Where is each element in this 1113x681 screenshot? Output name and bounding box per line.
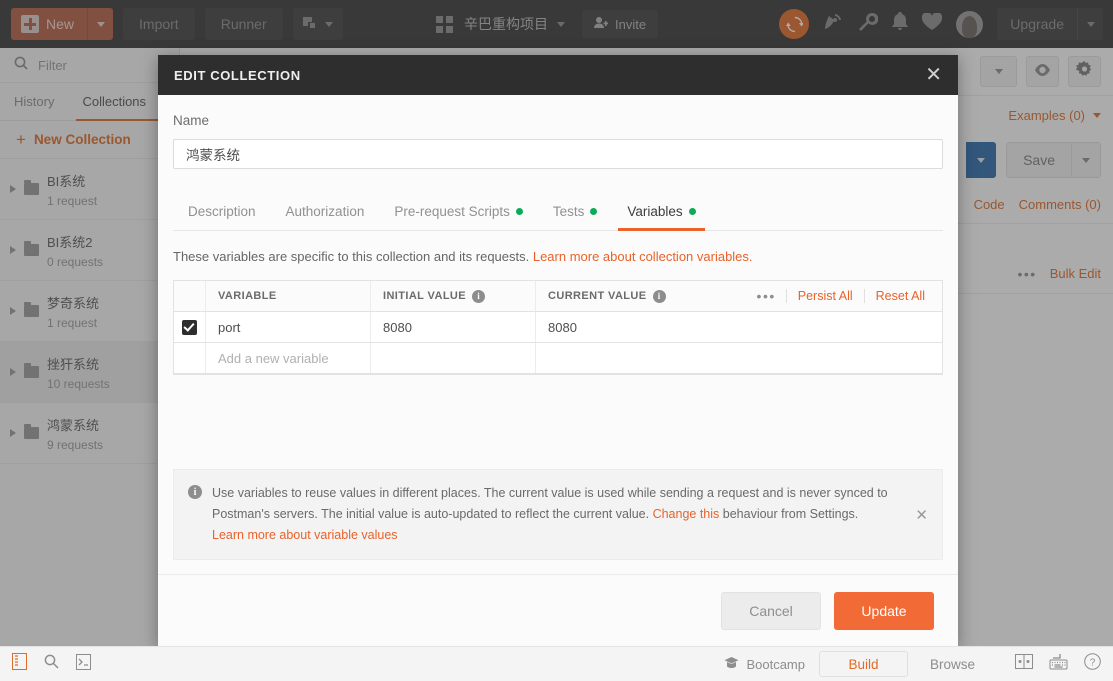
two-pane-layout-icon[interactable] [1015,654,1033,674]
add-row-checkbox-cell [174,343,206,373]
row-variable-value: port [218,319,241,335]
collection-variables-link[interactable]: Learn more about collection variables. [533,249,753,264]
update-button-label: Update [861,602,907,619]
close-icon[interactable]: ✕ [915,506,928,524]
keyboard-shortcuts-icon[interactable] [1049,653,1068,675]
row-variable-cell[interactable]: port [206,312,371,342]
tab-variables-label: Variables [627,203,683,219]
header-initial-value-label: INITIAL VALUE [383,290,467,302]
close-icon[interactable]: ✕ [925,65,942,85]
tab-variables[interactable]: Variables [612,192,710,231]
row-current-value-cell[interactable]: 8080 [536,312,942,342]
tab-description[interactable]: Description [173,192,271,230]
build-tab-label: Build [848,656,879,672]
row-checkbox[interactable] [182,319,197,335]
status-bar-right: Bootcamp Build Browse ? [724,651,1113,677]
edit-collection-modal: EDIT COLLECTION ✕ Name 鸿蒙系统 Description … [158,55,958,646]
cancel-button[interactable]: Cancel [721,591,821,630]
modal-header: EDIT COLLECTION ✕ [158,55,958,95]
add-variable-placeholder: Add a new variable [218,350,329,366]
tab-pre-request-scripts-label: Pre-request Scripts [394,203,510,219]
status-dot-icon [515,207,523,215]
header-checkbox-cell [174,281,206,311]
modal-body: Name 鸿蒙系统 Description Authorization Pre-… [158,95,958,574]
add-variable-input[interactable]: Add a new variable [206,343,371,373]
tab-description-label: Description [188,203,256,219]
status-bar-icons: ? [1015,653,1101,675]
variables-table-header: VARIABLE INITIAL VALUE i CURRENT VALUE i… [174,281,942,312]
variables-info-text: Use variables to reuse values in differe… [212,483,905,546]
header-variable: VARIABLE [206,281,371,311]
more-horizontal-icon[interactable]: ••• [747,289,786,303]
status-bar: Bootcamp Build Browse ? [0,646,1113,681]
name-label: Name [173,113,210,128]
header-actions: ••• Persist All Reset All [747,281,942,311]
sidebar-toggle-icon[interactable] [12,653,27,675]
info-icon: i [188,485,202,499]
info-icon[interactable]: i [472,289,486,303]
tab-pre-request-scripts[interactable]: Pre-request Scripts [379,192,538,230]
header-current-value-label: CURRENT VALUE [548,290,647,302]
cancel-button-label: Cancel [749,602,793,619]
table-row[interactable]: port 8080 8080 [174,312,942,343]
bootcamp-button[interactable]: Bootcamp [724,656,805,672]
postman-app: New Import Runner 辛巴重构项目 Invite Upgrade … [0,0,1113,681]
add-current-value-input[interactable] [536,343,942,373]
change-this-link[interactable]: Change this [653,507,720,521]
update-button[interactable]: Update [834,591,934,630]
browse-tab-label: Browse [929,656,975,672]
notice-text-2: behaviour from Settings. [719,507,859,521]
variables-hint: These variables are specific to this col… [173,249,943,264]
modal-tabs: Description Authorization Pre-request Sc… [173,187,943,231]
console-icon[interactable] [76,653,91,675]
bootcamp-label: Bootcamp [746,656,805,672]
modal-footer: Cancel Update [158,574,958,646]
header-current-value: CURRENT VALUE i [536,281,747,311]
add-variable-row[interactable]: Add a new variable [174,343,942,374]
tab-tests-label: Tests [552,203,585,219]
status-dot-icon [688,207,696,215]
persist-all-button[interactable]: Persist All [787,289,864,303]
header-initial-value: INITIAL VALUE i [371,281,536,311]
bootcamp-icon [724,656,739,672]
row-initial-value-cell[interactable]: 8080 [371,312,536,342]
variables-info-banner: i Use variables to reuse values in diffe… [173,469,943,560]
tab-authorization[interactable]: Authorization [271,192,380,230]
help-icon[interactable]: ? [1084,653,1101,675]
variables-hint-text: These variables are specific to this col… [173,249,533,264]
learn-more-variable-values-link[interactable]: Learn more about variable values [212,528,398,542]
tab-tests[interactable]: Tests [538,192,613,230]
row-checkbox-cell[interactable] [174,312,206,342]
info-icon[interactable]: i [652,289,666,303]
add-initial-value-input[interactable] [371,343,536,373]
collection-name-value: 鸿蒙系统 [186,148,240,163]
row-initial-value: 8080 [383,319,412,335]
browse-tab[interactable]: Browse [908,651,997,677]
reset-all-button[interactable]: Reset All [865,289,936,303]
search-icon[interactable] [44,654,59,674]
status-dot-icon [590,207,598,215]
svg-text:?: ? [1090,657,1096,668]
row-current-value: 8080 [548,319,577,335]
collection-name-input[interactable]: 鸿蒙系统 [173,139,943,169]
modal-title: EDIT COLLECTION [174,67,301,83]
status-bar-left [0,653,91,675]
header-variable-label: VARIABLE [218,290,277,302]
variables-table: VARIABLE INITIAL VALUE i CURRENT VALUE i… [173,280,943,375]
build-tab[interactable]: Build [819,651,908,677]
tab-authorization-label: Authorization [285,203,365,219]
